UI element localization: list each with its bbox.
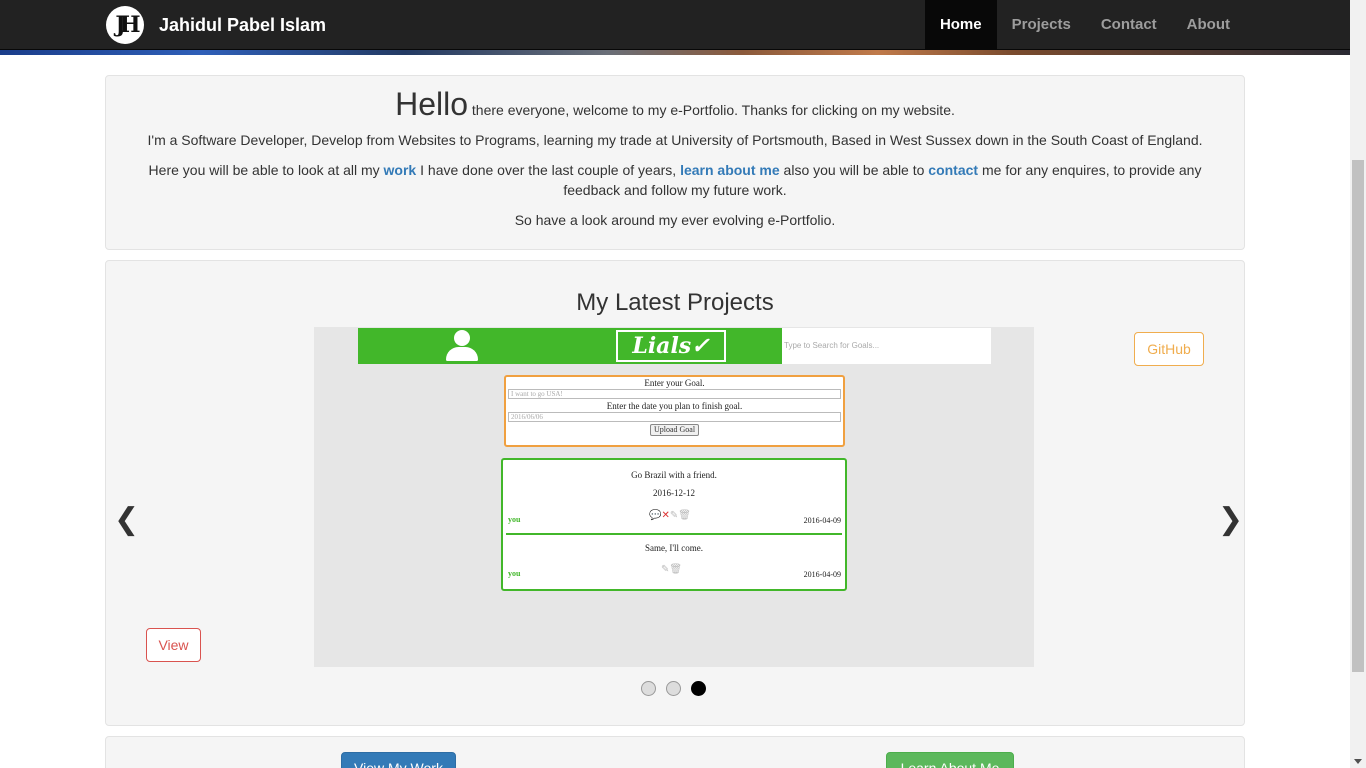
post-date: 2016-12-12 [653, 488, 695, 498]
nav-home[interactable]: Home [924, 0, 997, 50]
nav-about[interactable]: About [1172, 0, 1245, 50]
app-logo: Lials✓ [616, 330, 726, 362]
reply-text: Same, I'll come. [644, 543, 704, 553]
reply-stamp: 2016-04-09 [803, 570, 841, 579]
projects-panel: My Latest Projects Lials✓ Type to Search… [105, 260, 1245, 726]
user-icon [444, 330, 480, 362]
goal-form: Enter your Goal. I want to go USA! Enter… [504, 375, 845, 447]
app-search-placeholder: Type to Search for Goals... [784, 341, 880, 350]
learn-about-me-link[interactable]: learn about me [680, 162, 780, 178]
goal-label: Enter your Goal. [644, 378, 705, 388]
goal-input: I want to go USA! [508, 389, 841, 399]
intro-text: also you will be able to [779, 162, 929, 178]
hello-rest: there everyone, welcome to my e-Portfoli… [468, 102, 955, 118]
carousel-indicator-2[interactable] [666, 681, 681, 696]
carousel-indicator-1[interactable] [641, 681, 656, 696]
github-button[interactable]: GitHub [1134, 332, 1204, 366]
intro-text: I have done over the last couple of year… [416, 162, 681, 178]
intro-text: Here you will be able to look at all my [148, 162, 384, 178]
page-scrollbar[interactable] [1350, 0, 1366, 768]
post-text: Go Brazil with a friend. [631, 470, 717, 480]
view-my-work-button[interactable]: View My Work [341, 752, 456, 768]
projects-title: My Latest Projects [576, 289, 774, 316]
scroll-down-icon[interactable] [1354, 759, 1362, 764]
brand-name[interactable]: Jahidul Pabel Islam [159, 15, 326, 36]
nav-contact[interactable]: Contact [1086, 0, 1172, 50]
bottom-panel: View My Work Learn About Me [105, 736, 1245, 768]
scrollbar-thumb[interactable] [1352, 160, 1364, 672]
chevron-left-icon[interactable]: ❮ [114, 505, 139, 535]
intro-paragraph-closing: So have a look around my ever evolving e… [514, 212, 836, 228]
post-action-icons: 💬✕✎🗑 [649, 510, 691, 521]
navbar: JH Jahidul Pabel Islam Home Projects Con… [0, 0, 1350, 50]
carousel-slide-image: Lials✓ Type to Search for Goals... Enter… [314, 327, 1034, 667]
carousel-indicator-3[interactable] [691, 681, 706, 696]
card-divider [506, 533, 842, 535]
carousel-indicators [641, 681, 706, 696]
nav-menu: Home Projects Contact About [924, 0, 1245, 50]
intro-greeting: Hello there everyone, welcome to my e-Po… [106, 76, 1244, 122]
app-header: Lials✓ Type to Search for Goals... [358, 328, 991, 364]
brand-logo[interactable]: JH [106, 6, 144, 44]
reply-user: you [508, 569, 521, 578]
post-stamp: 2016-04-09 [803, 516, 841, 525]
nav-projects[interactable]: Projects [997, 0, 1086, 50]
hero-image-strip [0, 50, 1350, 55]
intro-paragraph-links: Here you will be able to look at all my … [106, 160, 1244, 200]
date-label: Enter the date you plan to finish goal. [606, 401, 743, 411]
brand-logo-text: JH [115, 12, 140, 38]
intro-panel: Hello there everyone, welcome to my e-Po… [105, 75, 1245, 250]
learn-about-me-button[interactable]: Learn About Me [886, 752, 1014, 768]
goal-card: Go Brazil with a friend. 2016-12-12 you … [501, 458, 847, 591]
contact-link[interactable]: contact [928, 162, 978, 178]
reply-action-icons: ✎🗑 [661, 564, 683, 575]
upload-goal-button: Upload Goal [649, 424, 700, 436]
hello-heading: Hello [395, 86, 469, 122]
app-header-bar: Lials✓ [358, 328, 782, 364]
date-input: 2016/06/06 [508, 412, 841, 422]
view-button[interactable]: View [146, 628, 201, 662]
post-user: you [508, 515, 521, 524]
chevron-right-icon[interactable]: ❯ [1218, 505, 1243, 535]
work-link[interactable]: work [384, 162, 417, 178]
intro-paragraph-about: I'm a Software Developer, Develop from W… [147, 132, 1203, 148]
brand[interactable]: JH Jahidul Pabel Islam [106, 6, 326, 44]
